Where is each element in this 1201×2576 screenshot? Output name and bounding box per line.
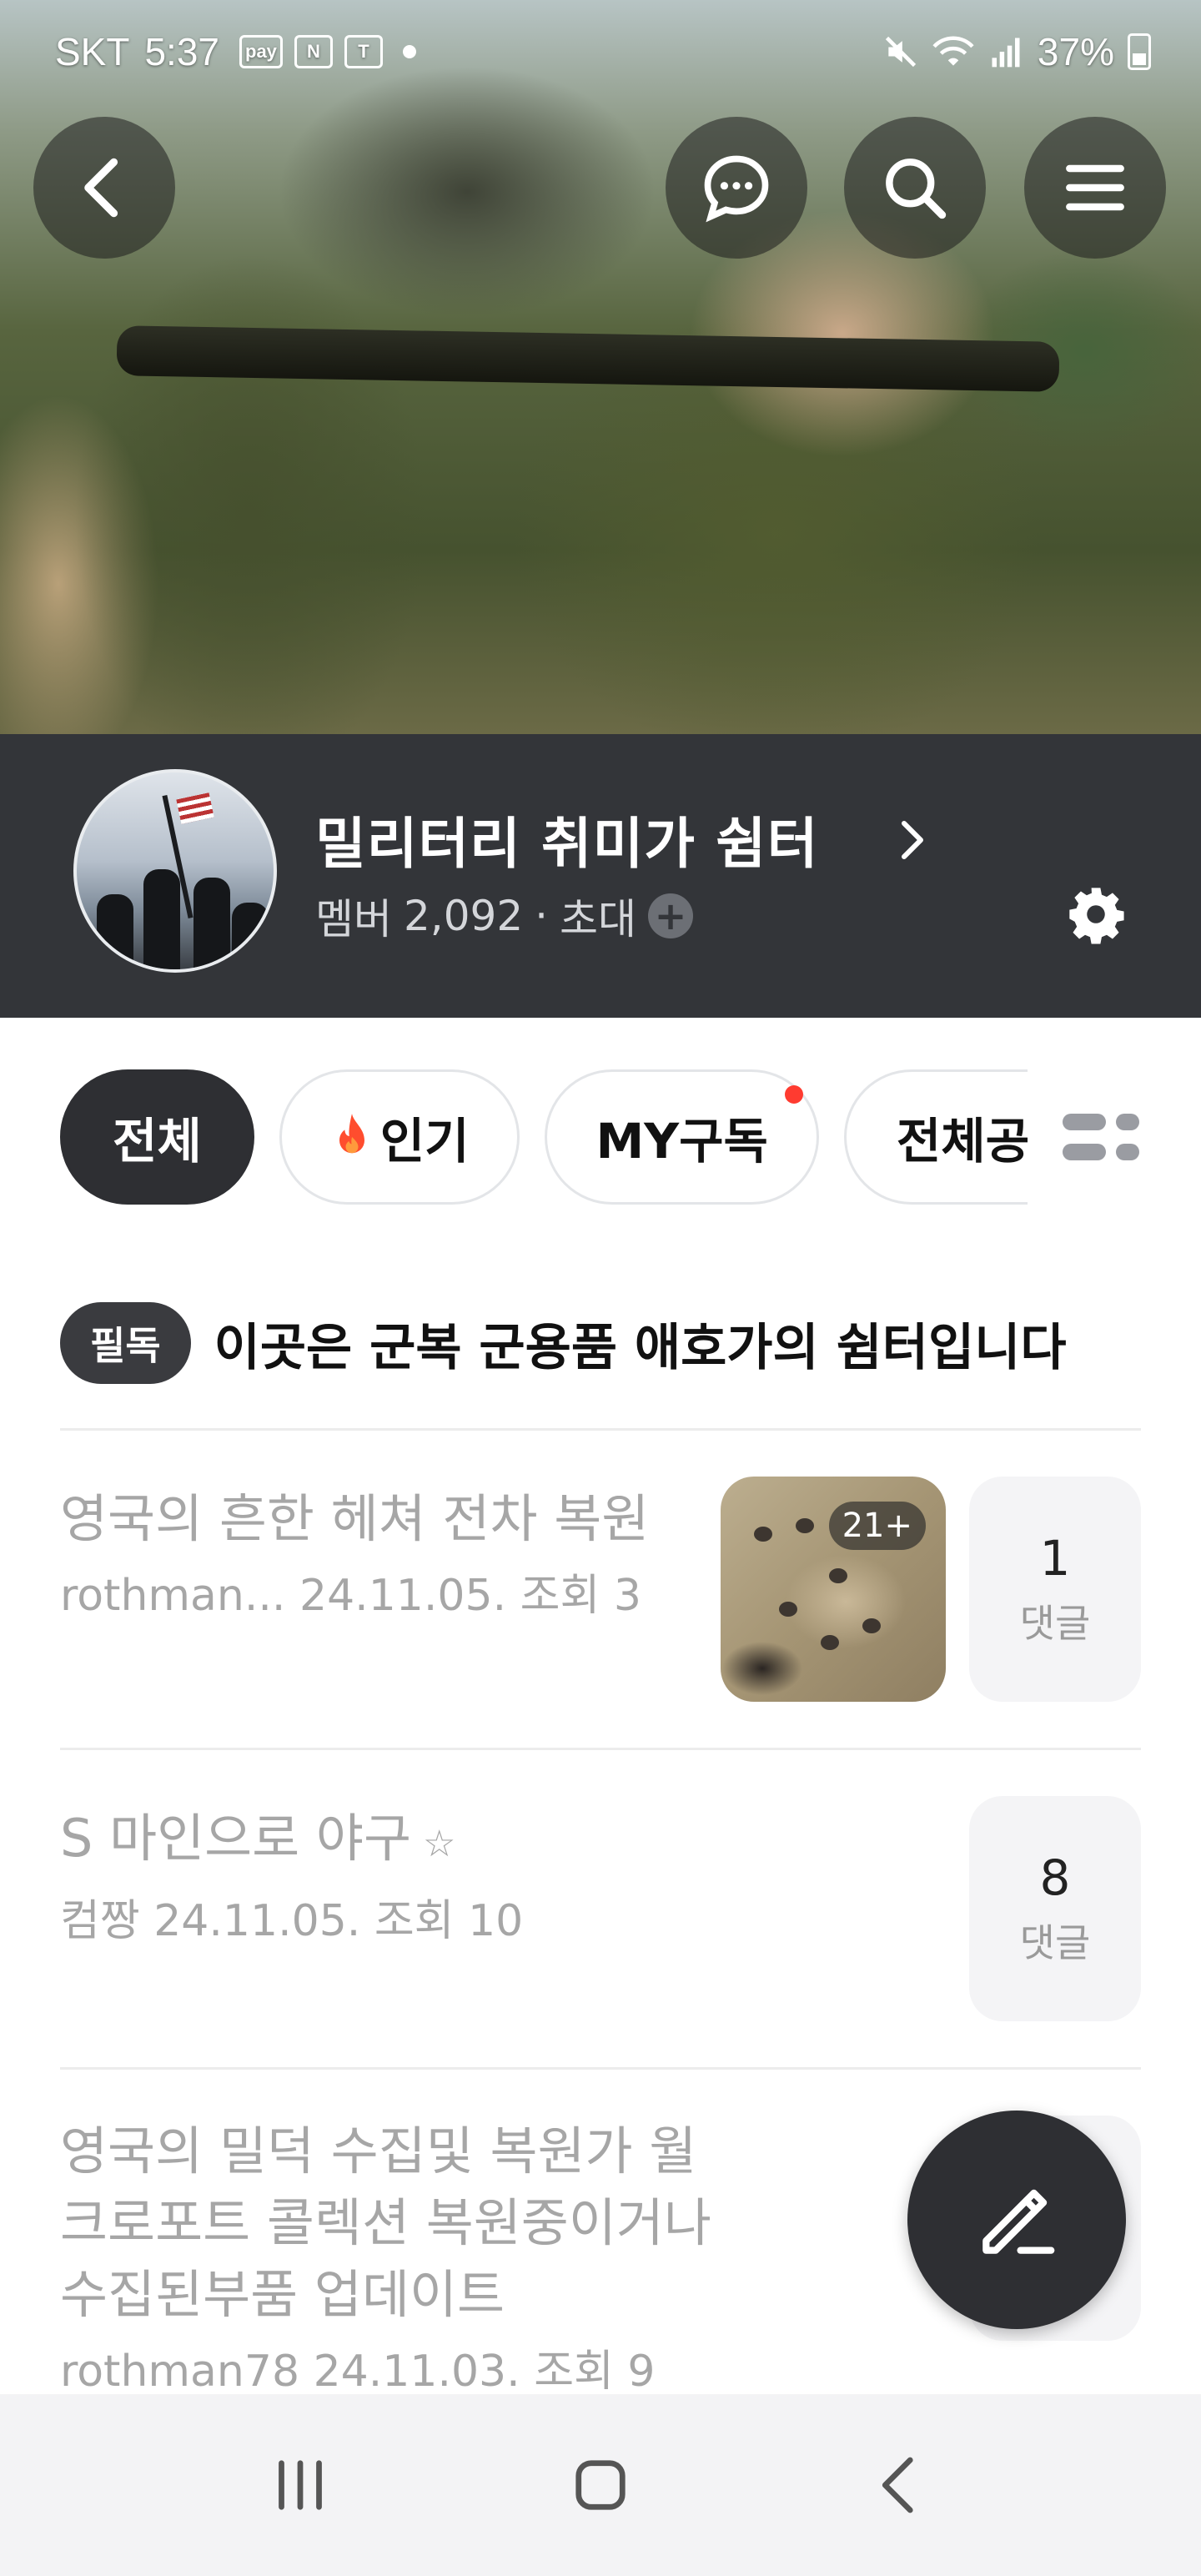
members-label: 멤버: [315, 895, 392, 943]
write-post-button[interactable]: [907, 2111, 1126, 2329]
comment-count-box[interactable]: 8 댓글: [969, 1796, 1141, 2021]
invite-label[interactable]: 초대: [560, 886, 636, 946]
tab-all[interactable]: 전체: [60, 1069, 254, 1205]
home-button[interactable]: [550, 2435, 651, 2535]
chevron-right-icon[interactable]: [887, 811, 937, 869]
recents-button[interactable]: [250, 2435, 350, 2535]
cafe-avatar[interactable]: [73, 769, 277, 973]
views-label: 조회: [374, 1896, 455, 1946]
comment-label: 댓글: [1019, 1601, 1091, 1646]
notification-icons: pay N T: [239, 35, 416, 68]
tab-all-notices[interactable]: 전체공: [843, 1069, 1028, 1205]
comment-count: 8: [1039, 1849, 1071, 1906]
pinned-notice[interactable]: 필독 이곳은 군복 군용품 애호가의 쉼터입니다: [60, 1301, 1144, 1385]
pencil-icon: [982, 2189, 1055, 2254]
board-tabs: 전체 인기 MY구독 전체공: [60, 1069, 1028, 1205]
views-count: 9: [627, 2347, 656, 2394]
views-label: 조회: [534, 2347, 614, 2394]
search-button[interactable]: [844, 117, 986, 259]
fire-icon: [339, 1114, 364, 1154]
divider: [60, 1748, 1141, 1750]
divider: [60, 2067, 1141, 2070]
signal-icon: [992, 38, 1020, 68]
post-author: rothman...: [60, 1571, 286, 1621]
cafe-meta: 멤버 2,092 · 초대 +: [315, 886, 694, 946]
hamburger-icon: [1066, 164, 1124, 211]
post-author: 컴짱: [60, 1896, 140, 1946]
new-indicator-dot: [784, 1085, 803, 1104]
divider: [60, 1428, 1141, 1431]
post-author: rothman78: [60, 2347, 300, 2394]
image-count-badge: 21+: [828, 1502, 926, 1550]
post-date: 24.11.05.: [153, 1896, 361, 1946]
cafe-name-link[interactable]: 밀리터리 취미가 쉼터: [315, 799, 818, 879]
carrier-label: SKT: [55, 30, 130, 73]
must-read-badge: 필독: [60, 1302, 191, 1384]
battery-icon: [1128, 33, 1151, 70]
comment-count-box[interactable]: 1 댓글: [969, 1477, 1141, 1702]
back-button[interactable]: [33, 117, 175, 259]
home-icon: [575, 2460, 626, 2510]
post-thumbnail[interactable]: 21+: [721, 1477, 946, 1702]
system-navigation-bar: [0, 2394, 1201, 2576]
post-item[interactable]: 영국의 흔한 헤쳐 전차 복원 rothman... 24.11.05. 조회 …: [60, 1477, 1141, 1702]
tab-popular[interactable]: 인기: [279, 1069, 520, 1205]
menu-button[interactable]: [1024, 117, 1166, 259]
post-meta: rothman78 24.11.03. 조회 9: [60, 2336, 1141, 2394]
views-count: 10: [468, 1896, 524, 1946]
cover-rifle-shape: [116, 325, 1060, 392]
pay-notification-icon: pay: [239, 35, 283, 68]
tab-label: 인기: [379, 1113, 470, 1170]
tab-label: MY구독: [595, 1113, 768, 1170]
mute-icon: [885, 36, 917, 68]
cafe-header: 밀리터리 취미가 쉼터 멤버 2,092 · 초대 +: [0, 734, 1201, 1018]
board-grid-icon[interactable]: [1059, 1099, 1143, 1175]
t-notification-icon: T: [344, 35, 383, 68]
clock: 5:37: [144, 30, 219, 73]
tab-label: 전체공: [896, 1113, 1028, 1170]
tab-my-subscriptions[interactable]: MY구독: [545, 1069, 819, 1205]
post-date: 24.11.05.: [299, 1571, 507, 1621]
chat-button[interactable]: [666, 117, 807, 259]
chat-bubble-icon: [704, 155, 769, 223]
post-date: 24.11.03.: [313, 2347, 520, 2394]
battery-percent: 37%: [1037, 30, 1114, 73]
naver-notification-icon: N: [294, 35, 333, 68]
comment-count: 1: [1039, 1530, 1071, 1587]
search-icon: [886, 158, 947, 219]
notice-title: 이곳은 군복 군용품 애호가의 쉼터입니다: [214, 1318, 1067, 1377]
comment-label: 댓글: [1019, 1920, 1091, 1965]
gear-icon[interactable]: [1064, 883, 1128, 946]
cafe-cover-image: SKT 5:37 pay N T 37%: [0, 0, 1201, 734]
new-post-icon: ☆: [423, 1823, 456, 1865]
more-notifications-dot: [402, 45, 416, 58]
chevron-left-icon: [84, 158, 118, 218]
members-count: 2,092: [404, 892, 524, 940]
status-bar: SKT 5:37 pay N T 37%: [55, 25, 1151, 78]
recents-icon: [279, 2460, 322, 2510]
meta-separator: ·: [535, 892, 549, 940]
tab-label: 전체: [113, 1113, 202, 1170]
wifi-icon: [932, 36, 974, 66]
back-icon: [882, 2457, 913, 2513]
views-count: 3: [613, 1571, 641, 1621]
post-item[interactable]: S 마인으로 야구 ☆ 컴짱 24.11.05. 조회 10 8 댓글: [60, 1796, 1141, 2021]
post-title: S 마인으로 야구: [60, 1808, 412, 1869]
views-label: 조회: [520, 1571, 600, 1621]
invite-plus-icon[interactable]: +: [648, 893, 694, 938]
system-back-button[interactable]: [851, 2435, 951, 2535]
